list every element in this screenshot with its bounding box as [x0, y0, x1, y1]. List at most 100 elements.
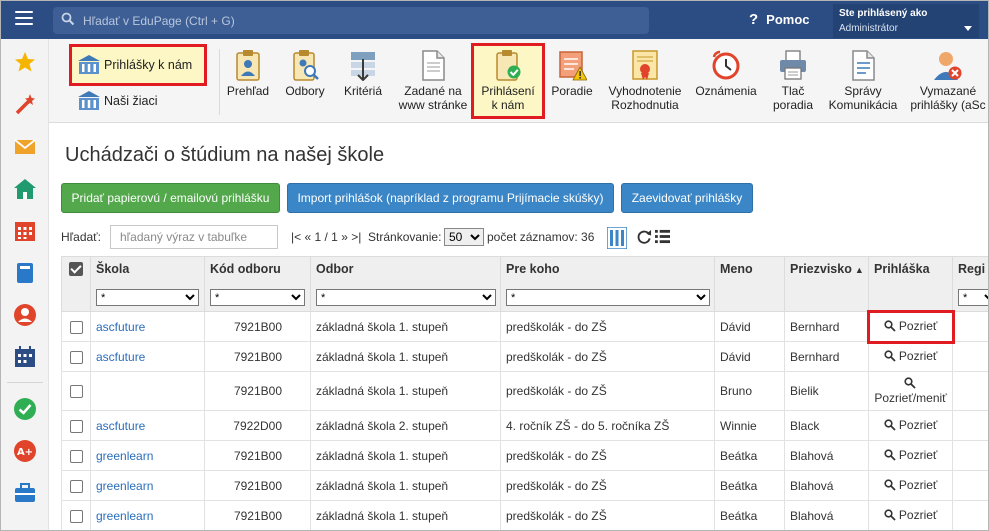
registration-cell: [952, 341, 988, 372]
field-code-cell: 7921B00: [204, 470, 311, 501]
toolbar-item-label: Prehľad: [226, 84, 270, 98]
user-menu[interactable]: Ste prihlásený ako Administrátor: [833, 4, 979, 38]
column-header-for-whom[interactable]: Pre koho *: [500, 256, 715, 312]
table-row[interactable]: greenlearn 7921B00 základná škola 1. stu…: [61, 470, 988, 501]
row-checkbox[interactable]: [69, 449, 83, 463]
document-icon: [422, 50, 445, 81]
help-button[interactable]: ? Pomoc: [749, 11, 810, 28]
app-window: ? Pomoc Ste prihlásený ako Administrátor: [0, 0, 989, 531]
toolbar-item-published-on-web[interactable]: Zadané na www stránke: [395, 49, 471, 119]
home-icon[interactable]: [13, 177, 37, 201]
school-cell[interactable]: [90, 371, 205, 411]
columns-icon[interactable]: [607, 227, 627, 249]
column-header-field-code[interactable]: Kód odboru *: [204, 256, 311, 312]
table-row[interactable]: greenlearn 7921B00 základná škola 1. stu…: [61, 500, 988, 530]
mail-icon[interactable]: [13, 135, 37, 159]
toolbar-item-print-ranking[interactable]: Tlač poradia: [767, 49, 819, 119]
pager-next[interactable]: »: [341, 230, 348, 244]
row-checkbox[interactable]: [69, 509, 83, 523]
person-badge-icon[interactable]: [13, 303, 37, 327]
view-application-button[interactable]: Pozrieť: [868, 470, 953, 501]
magnifier-icon: [883, 319, 896, 332]
list-view-icon[interactable]: [655, 229, 670, 244]
toolbar-item-applied-to-us[interactable]: Prihlásení k nám: [475, 49, 541, 119]
view-edit-application-button[interactable]: Pozrieť/meniť: [868, 371, 953, 411]
toolbar-item-label-2: Komunikácia: [828, 98, 898, 112]
global-search: [53, 7, 649, 34]
refresh-icon[interactable]: [637, 229, 652, 244]
column-header-field[interactable]: Odbor *: [310, 256, 501, 312]
page-size-select[interactable]: 50: [444, 228, 484, 246]
grade-badge-icon[interactable]: A+: [13, 439, 37, 463]
column-header-school[interactable]: Škola *: [90, 256, 205, 312]
page-title: Uchádzači o štúdium na našej škole: [65, 144, 385, 166]
school-cell[interactable]: ascfuture: [90, 341, 205, 372]
toolbar-item-criteria[interactable]: Kritériá: [337, 49, 389, 119]
school-cell[interactable]: ascfuture: [90, 311, 205, 342]
register-applications-button[interactable]: Zaevidovať prihlášky: [621, 183, 753, 213]
toolbar-item-ranking[interactable]: Poradie: [546, 49, 598, 119]
add-paper-application-button[interactable]: Pridať papierovú / emailovú prihlášku: [61, 183, 280, 213]
select-all-checkbox[interactable]: [69, 262, 83, 276]
field-filter-select[interactable]: *: [316, 289, 496, 306]
row-checkbox[interactable]: [69, 479, 83, 493]
school-cell[interactable]: greenlearn: [90, 470, 205, 501]
column-header-first-name[interactable]: Meno: [714, 256, 785, 312]
table-row[interactable]: ascfuture 7921B00 základná škola 1. stup…: [61, 341, 988, 372]
book-icon[interactable]: [13, 261, 37, 285]
field-cell: základná škola 1. stupeň: [310, 371, 501, 411]
toolbar-item-label: Tlač: [781, 84, 805, 98]
calendar-icon[interactable]: [13, 219, 37, 243]
row-checkbox[interactable]: [69, 385, 83, 399]
toolbar-item-deleted-applications[interactable]: Vymazané prihlášky (aSc: [907, 49, 988, 119]
import-applications-button[interactable]: Import prihlášok (napríklad z programu P…: [287, 183, 614, 213]
row-select-cell: [61, 341, 91, 372]
pager-first[interactable]: |<: [291, 230, 301, 244]
school-cell[interactable]: ascfuture: [90, 410, 205, 441]
toolbar-item-notifications[interactable]: Oznámenia: [691, 49, 761, 119]
table-search-input[interactable]: [110, 225, 278, 249]
briefcase-icon[interactable]: [13, 481, 37, 505]
table-row[interactable]: ascfuture 7922D00 základná škola 2. stup…: [61, 410, 988, 441]
view-application-button[interactable]: Pozrieť: [868, 440, 953, 471]
row-checkbox[interactable]: [69, 320, 83, 334]
toolbar-item-messages-communication[interactable]: Správy Komunikácia: [825, 49, 901, 119]
timetable-icon[interactable]: [13, 345, 37, 369]
first-name-cell: Dávid: [714, 341, 785, 372]
table-row[interactable]: greenlearn 7921B00 základná škola 1. stu…: [61, 440, 988, 471]
highlight-frame: [69, 44, 207, 86]
column-header-application[interactable]: Prihláška: [868, 256, 953, 312]
toolbar-item-overview[interactable]: Prehľad: [223, 49, 273, 119]
field-code-cell: 7921B00: [204, 311, 311, 342]
toolbar-item-evaluation-decisions[interactable]: Vyhodnotenie Rozhodnutia: [605, 49, 685, 119]
for-whom-cell: predškolák - do ZŠ: [500, 500, 715, 530]
wand-icon[interactable]: [13, 92, 37, 116]
toolbar-tab-our-students[interactable]: Naši žiaci: [77, 89, 158, 113]
column-header-surname[interactable]: Priezvisko ▲: [784, 256, 869, 312]
view-application-button[interactable]: Pozrieť: [868, 410, 953, 441]
first-name-cell: Winnie: [714, 410, 785, 441]
row-checkbox[interactable]: [69, 419, 83, 433]
registration-filter-select[interactable]: *: [958, 289, 988, 306]
star-icon[interactable]: [13, 50, 37, 74]
hamburger-menu-icon[interactable]: [15, 11, 33, 27]
school-filter-select[interactable]: *: [96, 289, 199, 306]
check-badge-icon[interactable]: [13, 397, 37, 421]
view-application-button[interactable]: Pozrieť: [868, 311, 953, 342]
toolbar-item-fields[interactable]: Odbory: [281, 49, 329, 119]
row-checkbox[interactable]: [69, 350, 83, 364]
global-search-input[interactable]: [81, 10, 641, 31]
for-whom-filter-select[interactable]: *: [506, 289, 710, 306]
pager-prev[interactable]: «: [304, 230, 311, 244]
school-cell[interactable]: greenlearn: [90, 500, 205, 530]
school-cell[interactable]: greenlearn: [90, 440, 205, 471]
surname-cell: Blahová: [784, 470, 869, 501]
view-application-button[interactable]: Pozrieť: [868, 341, 953, 372]
table-row[interactable]: 7921B00 základná škola 1. stupeň predško…: [61, 371, 988, 411]
table-row[interactable]: ascfuture 7921B00 základná škola 1. stup…: [61, 311, 988, 342]
pager-last[interactable]: >|: [351, 230, 361, 244]
column-header-registration[interactable]: Regi *: [952, 256, 988, 312]
view-application-button[interactable]: Pozrieť: [868, 500, 953, 530]
surname-cell: Bielik: [784, 371, 869, 411]
field-code-filter-select[interactable]: *: [210, 289, 305, 306]
